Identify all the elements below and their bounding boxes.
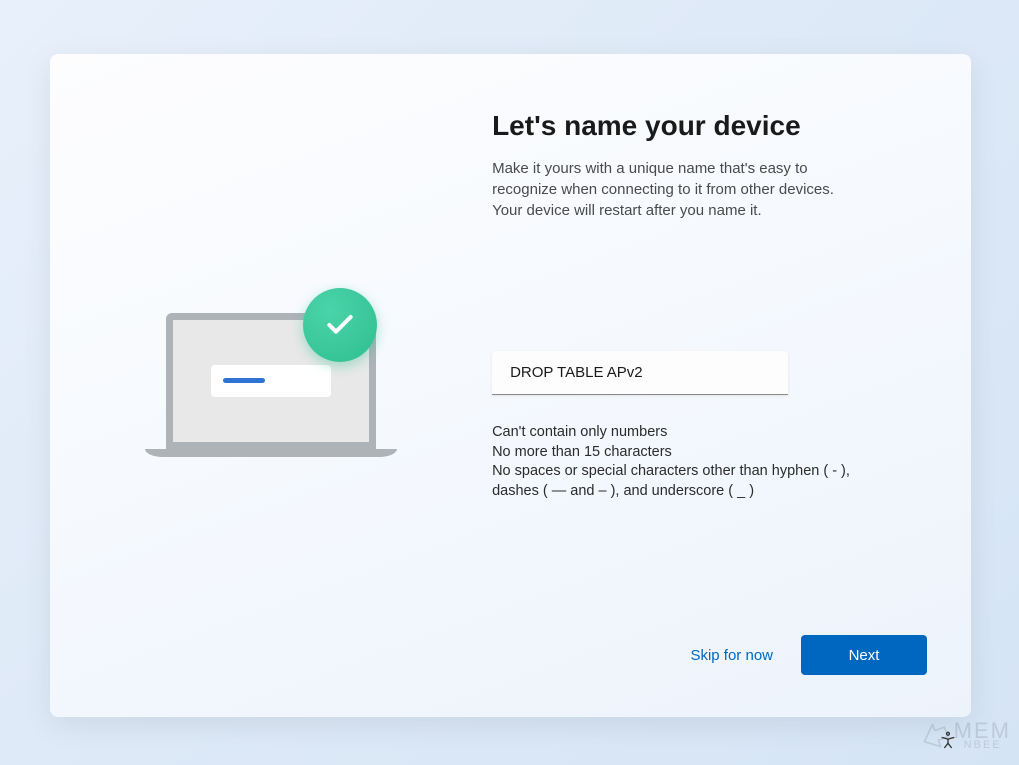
laptop-base-icon xyxy=(145,449,397,457)
checkmark-badge-icon xyxy=(303,288,377,362)
rule-characters: No spaces or special characters other th… xyxy=(492,462,882,501)
laptop-text-line-icon xyxy=(223,378,265,383)
rule-numbers: Can't contain only numbers xyxy=(492,423,882,443)
illustration-pane xyxy=(50,54,492,635)
watermark: MEM NBEE xyxy=(918,719,1011,753)
next-button[interactable]: Next xyxy=(801,635,927,675)
skip-button[interactable]: Skip for now xyxy=(690,647,773,664)
page-description: Make it yours with a unique name that's … xyxy=(492,158,862,221)
accessibility-icon[interactable] xyxy=(937,729,959,751)
laptop-illustration xyxy=(141,313,401,457)
device-name-input[interactable] xyxy=(492,351,788,395)
rule-length: No more than 15 characters xyxy=(492,443,882,463)
laptop-textbox-icon xyxy=(211,365,331,397)
page-title: Let's name your device xyxy=(492,110,933,142)
watermark-main: MEM xyxy=(954,721,1011,741)
content-area: Let's name your device Make it yours wit… xyxy=(50,54,971,635)
setup-card: Let's name your device Make it yours wit… xyxy=(50,54,971,717)
footer-actions: Skip for now Next xyxy=(50,635,971,717)
watermark-sub: NBEE xyxy=(954,741,1011,751)
form-pane: Let's name your device Make it yours wit… xyxy=(492,54,971,635)
laptop-screen-icon xyxy=(166,313,376,449)
naming-rules: Can't contain only numbers No more than … xyxy=(492,423,882,501)
